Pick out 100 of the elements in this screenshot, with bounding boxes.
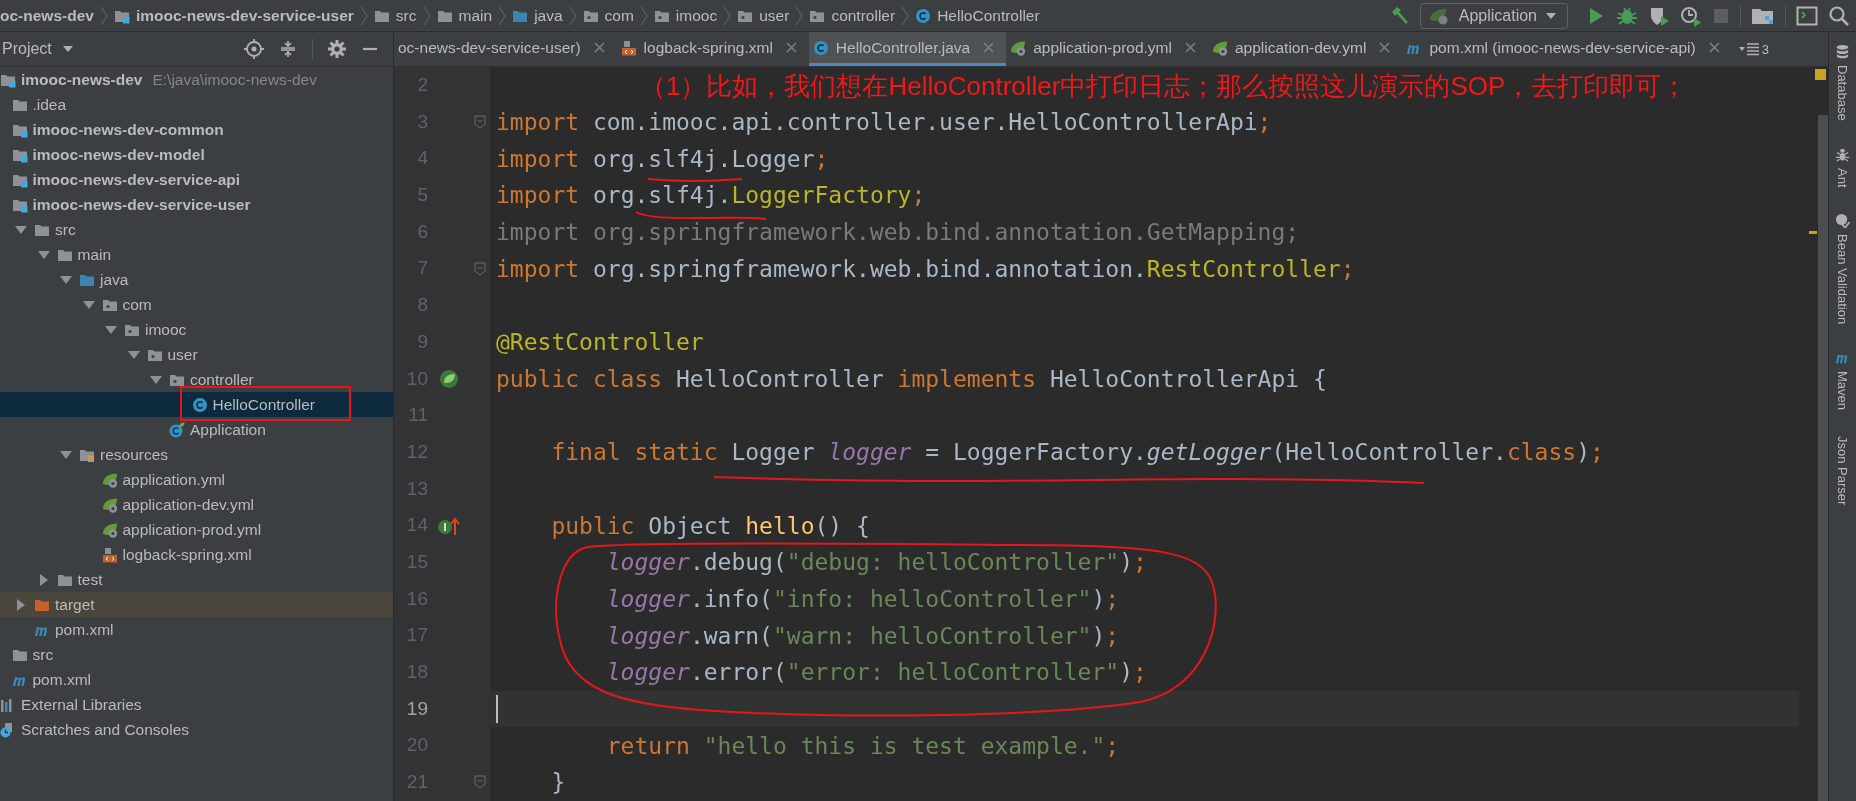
class-icon [169, 421, 185, 438]
breadcrumb-item[interactable]: imooc [653, 6, 718, 25]
breadcrumb-item[interactable]: java [512, 6, 563, 25]
bean-icon[interactable] [438, 367, 460, 390]
search-icon[interactable] [1828, 4, 1850, 27]
code-line: logger.error("error: helloController"); [605, 659, 1147, 686]
collapse-all-icon[interactable] [278, 39, 298, 59]
tree-item[interactable]: pom.xml [0, 617, 393, 642]
xml-file-icon [101, 546, 118, 563]
breadcrumb-item[interactable]: imooc-news-dev-service-user [113, 6, 354, 25]
editor-tab[interactable]: oc-news-dev-service-user) [394, 32, 617, 66]
tool-window-button[interactable]: Json Parser [1835, 436, 1850, 506]
tool-window-button[interactable]: Maven [1835, 350, 1850, 411]
line-number: 19 [405, 696, 428, 721]
code-line: logger.info("info: helloController"); [605, 585, 1120, 612]
tree-item[interactable]: imooc-news-dev-service-user [0, 192, 393, 217]
tree-item[interactable]: application-prod.yml [0, 517, 393, 542]
tree-item[interactable]: src [0, 642, 393, 667]
annotation-note: （1）比如，我们想在HelloController中打印日志；那么按照这儿演示的SOP，去打印即可； [640, 70, 1688, 103]
settings-icon[interactable] [327, 39, 347, 59]
warning-marker[interactable] [1809, 231, 1817, 234]
tree-item[interactable]: main [0, 242, 393, 267]
caret-icon [1545, 11, 1557, 20]
tree-item[interactable]: .idea [0, 92, 393, 117]
tree-item[interactable]: Scratches and Consoles [0, 717, 393, 742]
breadcrumb-item[interactable]: src [373, 6, 417, 25]
chevron-icon [901, 5, 910, 26]
close-icon[interactable] [1379, 42, 1391, 53]
tree-item[interactable]: pom.xml [0, 667, 393, 692]
tree-item[interactable]: src [0, 217, 393, 242]
close-icon[interactable] [1708, 42, 1720, 53]
tree-item[interactable]: target [0, 592, 393, 617]
chevron-icon [795, 5, 804, 26]
clock-run-icon[interactable] [1680, 4, 1702, 27]
tool-window-button[interactable]: Ant [1835, 146, 1850, 188]
tab-overflow-button[interactable]: 3 [1731, 32, 1775, 66]
editor-tab[interactable]: HelloController.java [808, 32, 1007, 66]
tree-item[interactable]: resources [0, 442, 393, 467]
tree-item[interactable]: External Libraries [0, 692, 393, 717]
code-line: public class HelloController implements HelloControllerApi { [496, 365, 1327, 392]
tree-item[interactable]: application.yml [0, 467, 393, 492]
close-icon[interactable] [1184, 42, 1196, 53]
window-icon[interactable] [1796, 5, 1818, 26]
text-cursor [496, 695, 498, 724]
tree-item[interactable]: application-dev.yml [0, 492, 393, 517]
tool-window-button[interactable]: Bean Validation [1835, 213, 1850, 325]
run-configuration-dropdown[interactable]: Application [1419, 2, 1568, 29]
tree-item[interactable]: imooc-news-dev-service-api [0, 167, 393, 192]
breadcrumb-item[interactable]: user [737, 6, 790, 25]
breadcrumb-item[interactable]: main [436, 6, 493, 25]
chevron-icon [498, 5, 507, 26]
editor-tab[interactable]: application-dev.yml [1207, 32, 1403, 66]
leaf-gear-icon [101, 496, 118, 513]
tree-item[interactable]: imooc [0, 317, 393, 342]
xml-file-icon [620, 39, 637, 56]
breadcrumb-item[interactable]: HelloController [915, 6, 1040, 25]
tree-item[interactable]: controller [0, 367, 393, 392]
breadcrumb-item[interactable]: controller [809, 6, 896, 25]
close-icon[interactable] [785, 42, 797, 53]
breadcrumb-item[interactable]: oc-news-dev [0, 6, 94, 25]
tree-item[interactable]: imooc-news-dev-common [0, 117, 393, 142]
leaf-gear-icon [101, 521, 118, 538]
tool-window-button[interactable]: Database [1835, 44, 1850, 121]
code-line: import org.springframework.web.bind.annotation.RestController; [496, 255, 1355, 282]
code-line: final static Logger logger = LoggerFactory.getLogger(HelloController.class); [550, 439, 1604, 466]
code-line: import com.imooc.api.controller.user.HelloControllerApi; [496, 109, 1272, 136]
tree-item[interactable]: java [0, 267, 393, 292]
tree-item[interactable]: com [0, 292, 393, 317]
chevron-icon [568, 5, 577, 26]
caret-icon [61, 45, 74, 53]
editor-tab[interactable]: logback-spring.xml [616, 32, 809, 66]
tree-item[interactable]: imooc-news-dev E:\java\imooc-news-dev [0, 67, 393, 92]
chevron-icon [99, 5, 108, 26]
shield-check-icon [1835, 213, 1850, 229]
editor-tab[interactable]: application-prod.yml [1006, 32, 1208, 66]
tree-item[interactable]: test [0, 567, 393, 592]
fold-marker-icon[interactable] [474, 115, 486, 130]
code-line: import org.slf4j.LoggerFactory; [496, 182, 926, 209]
leaf-gear-icon [101, 471, 118, 488]
tree-item[interactable]: HelloController [0, 392, 393, 417]
scrollbar-thumb[interactable] [1818, 115, 1828, 801]
close-icon[interactable] [593, 42, 605, 53]
crosshair-icon[interactable] [244, 39, 264, 59]
code-line: logger.warn("warn: helloController"); [605, 622, 1120, 649]
fold-marker-icon[interactable] [474, 261, 486, 276]
editor-tab[interactable]: pom.xml (imooc-news-dev-service-api) [1402, 32, 1732, 66]
chevron-icon [359, 5, 368, 26]
database-icon [1835, 44, 1850, 59]
project-view-dropdown[interactable]: Project [0, 40, 74, 58]
code-line: } [550, 769, 566, 796]
fold-marker-icon[interactable] [474, 775, 486, 790]
tree-item[interactable]: Application [0, 417, 393, 442]
close-icon[interactable] [983, 42, 995, 53]
list-icon [1737, 42, 1760, 56]
tree-item[interactable]: logback-spring.xml [0, 542, 393, 567]
tree-item[interactable]: imooc-news-dev-model [0, 142, 393, 167]
breadcrumb-item[interactable]: com [582, 6, 634, 25]
class-icon [191, 396, 208, 413]
tree-item[interactable]: user [0, 342, 393, 367]
code-editor[interactable] [394, 67, 1799, 801]
